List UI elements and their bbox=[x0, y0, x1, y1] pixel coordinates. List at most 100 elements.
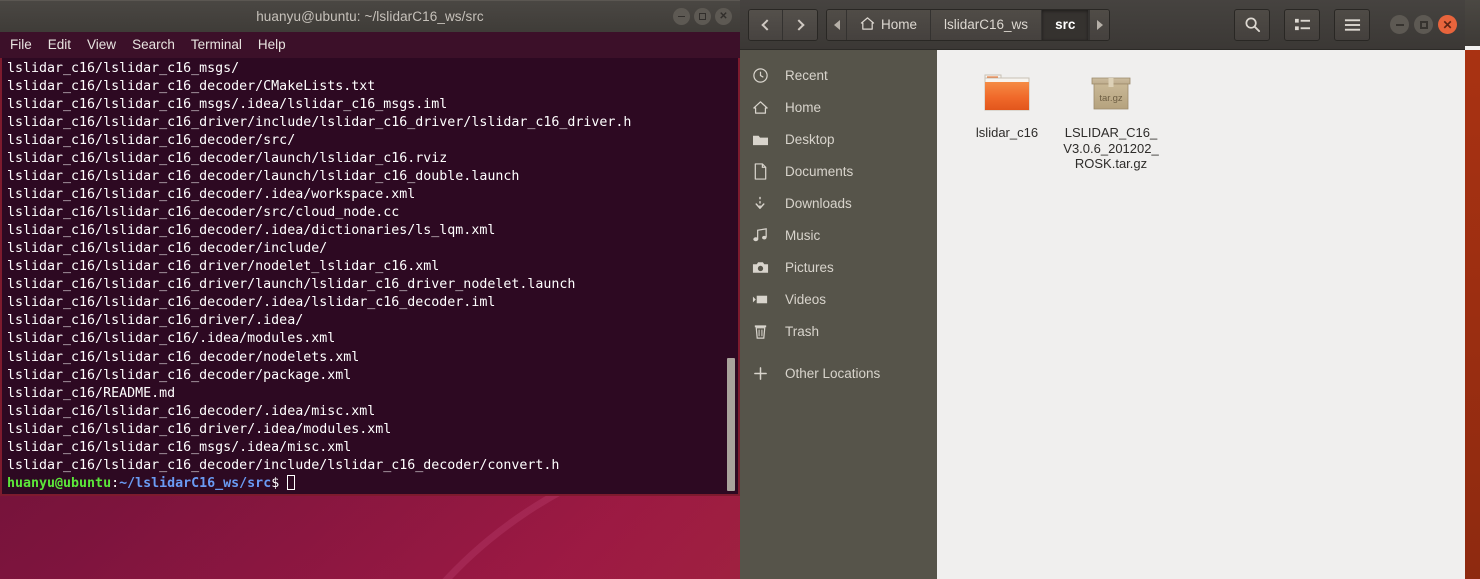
archive-badge-text: tar.gz bbox=[1099, 93, 1122, 104]
sidebar-label-documents: Documents bbox=[785, 163, 854, 179]
video-icon bbox=[751, 290, 769, 308]
sidebar-label-trash: Trash bbox=[785, 323, 820, 339]
menu-terminal[interactable]: Terminal bbox=[191, 37, 242, 52]
breadcrumb-item-home[interactable]: Home bbox=[847, 9, 932, 40]
terminal-window[interactable]: huanyu@ubuntu: ~/lslidarC16_ws/src ✕ Fil… bbox=[0, 0, 740, 496]
navigation-buttons bbox=[748, 8, 818, 41]
terminal-line: lslidar_c16/lslidar_c16_decoder/include/ bbox=[7, 241, 328, 257]
sidebar-item-music[interactable]: Music bbox=[740, 219, 937, 251]
sidebar-label-desktop: Desktop bbox=[785, 131, 835, 147]
menu-file[interactable]: File bbox=[10, 37, 32, 52]
terminal-body[interactable]: lslidar_c16/lslidar_c16_msgs/lslidar_c16… bbox=[0, 58, 740, 496]
terminal-line: lslidar_c16/lslidar_c16/.idea/modules.xm… bbox=[7, 331, 336, 347]
menu-search[interactable]: Search bbox=[132, 37, 175, 52]
terminal-close-button[interactable]: ✕ bbox=[715, 8, 732, 25]
sidebar-label-videos: Videos bbox=[785, 291, 827, 307]
terminal-line: lslidar_c16/lslidar_c16_driver/.idea/ bbox=[7, 313, 304, 329]
file-item-archive[interactable]: tar.gz LSLIDAR_C16_V3.0.6_201202_ROSK.ta… bbox=[1063, 62, 1159, 172]
terminal-line: lslidar_c16/lslidar_c16_decoder/src/ bbox=[7, 133, 296, 149]
terminal-line: lslidar_c16/lslidar_c16_decoder/launch/l… bbox=[7, 169, 520, 185]
document-icon bbox=[751, 162, 769, 180]
search-button[interactable] bbox=[1234, 8, 1270, 41]
breadcrumb-label-lslidarc16-ws: lslidarC16_ws bbox=[944, 17, 1029, 32]
pathbar-scroll-right-icon[interactable] bbox=[1089, 9, 1110, 40]
sidebar-item-other-locations[interactable]: Other Locations bbox=[740, 357, 937, 389]
terminal-line: lslidar_c16/lslidar_c16_decoder/src/clou… bbox=[7, 205, 400, 221]
terminal-line: lslidar_c16/lslidar_c16_decoder/.idea/wo… bbox=[7, 187, 416, 203]
prompt-separator: : bbox=[111, 475, 120, 491]
file-manager-window-controls: ✕ bbox=[1390, 15, 1457, 34]
file-label-folder: lslidar_c16 bbox=[975, 125, 1039, 140]
terminal-line: lslidar_c16/lslidar_c16_driver/launch/ls… bbox=[7, 277, 576, 293]
sidebar-divider bbox=[740, 347, 937, 357]
main-menu-button[interactable] bbox=[1334, 8, 1370, 41]
hamburger-menu-icon bbox=[1344, 18, 1361, 32]
prompt-path: ~/lslidarC16_ws/src bbox=[119, 475, 272, 491]
sidebar-item-trash[interactable]: Trash bbox=[740, 315, 937, 347]
folder-icon bbox=[751, 130, 769, 148]
sidebar-label-downloads: Downloads bbox=[785, 195, 852, 211]
archive-box-icon: tar.gz bbox=[1085, 68, 1137, 118]
terminal-title: huanyu@ubuntu: ~/lslidarC16_ws/src bbox=[256, 9, 484, 24]
sidebar-item-desktop[interactable]: Desktop bbox=[740, 123, 937, 155]
terminal-window-controls: ✕ bbox=[673, 1, 732, 32]
terminal-line: lslidar_c16/lslidar_c16_driver/nodelet_l… bbox=[7, 259, 440, 275]
view-options-button[interactable] bbox=[1284, 8, 1320, 41]
home-icon bbox=[751, 98, 769, 116]
file-manager-headerbar: Home lslidarC16_ws src ✕ bbox=[740, 0, 1465, 50]
terminal-output: lslidar_c16/lslidar_c16_msgs/lslidar_c16… bbox=[4, 60, 738, 493]
terminal-scrollbar-thumb[interactable] bbox=[727, 358, 735, 491]
forward-button[interactable] bbox=[783, 9, 817, 40]
terminal-minimize-button[interactable] bbox=[673, 8, 690, 25]
camera-icon bbox=[751, 258, 769, 276]
terminal-line: lslidar_c16/lslidar_c16_decoder/package.… bbox=[7, 367, 352, 383]
breadcrumb-label-src: src bbox=[1055, 17, 1076, 32]
sidebar-item-home[interactable]: Home bbox=[740, 91, 937, 123]
terminal-line: lslidar_c16/lslidar_c16_decoder/.idea/di… bbox=[7, 223, 496, 239]
sidebar-label-pictures: Pictures bbox=[785, 259, 834, 275]
pathbar-scroll-left-icon[interactable] bbox=[827, 9, 847, 40]
sidebar-item-pictures[interactable]: Pictures bbox=[740, 251, 937, 283]
back-button[interactable] bbox=[749, 9, 783, 40]
breadcrumb-label-home: Home bbox=[881, 17, 918, 32]
download-arrow-icon bbox=[751, 194, 769, 212]
breadcrumb: Home lslidarC16_ws src bbox=[826, 8, 1111, 41]
file-manager-close-button[interactable]: ✕ bbox=[1438, 15, 1457, 34]
terminal-line: lslidar_c16/lslidar_c16_decoder/nodelets… bbox=[7, 349, 360, 365]
file-manager-maximize-button[interactable] bbox=[1414, 15, 1433, 34]
terminal-line: lslidar_c16/lslidar_c16_decoder/.idea/ls… bbox=[7, 295, 496, 311]
file-manager-window[interactable]: Home lslidarC16_ws src ✕ Recent Home Des… bbox=[740, 0, 1465, 579]
terminal-prompt-line: huanyu@ubuntu:~/lslidarC16_ws/src$ bbox=[7, 474, 738, 493]
menu-edit[interactable]: Edit bbox=[48, 37, 71, 52]
sidebar-label-home: Home bbox=[785, 99, 822, 115]
sidebar-label-recent: Recent bbox=[785, 67, 828, 83]
terminal-line: lslidar_c16/lslidar_c16_decoder/include/… bbox=[7, 457, 560, 473]
sidebar-item-videos[interactable]: Videos bbox=[740, 283, 937, 315]
terminal-scrollbar[interactable] bbox=[726, 58, 736, 494]
music-note-icon bbox=[751, 226, 769, 244]
list-view-icon bbox=[1294, 17, 1311, 32]
breadcrumb-item-src[interactable]: src bbox=[1042, 9, 1090, 40]
sidebar-item-downloads[interactable]: Downloads bbox=[740, 187, 937, 219]
terminal-line: lslidar_c16/lslidar_c16_msgs/.idea/lslid… bbox=[7, 97, 448, 113]
file-item-folder[interactable]: lslidar_c16 bbox=[959, 62, 1055, 141]
terminal-menubar[interactable]: File Edit View Search Terminal Help bbox=[0, 32, 740, 58]
terminal-line: lslidar_c16/lslidar_c16_driver/.idea/mod… bbox=[7, 421, 392, 437]
file-manager-minimize-button[interactable] bbox=[1390, 15, 1409, 34]
terminal-line: lslidar_c16/lslidar_c16_decoder/CMakeLis… bbox=[7, 79, 376, 95]
sidebar-label-other-locations: Other Locations bbox=[785, 365, 881, 381]
terminal-line: lslidar_c16/lslidar_c16_msgs/.idea/misc.… bbox=[7, 439, 352, 455]
menu-view[interactable]: View bbox=[87, 37, 116, 52]
breadcrumb-item-lslidarc16-ws[interactable]: lslidarC16_ws bbox=[931, 9, 1043, 40]
sidebar-item-documents[interactable]: Documents bbox=[740, 155, 937, 187]
terminal-line: lslidar_c16/lslidar_c16_decoder/launch/l… bbox=[7, 151, 448, 167]
terminal-line: lslidar_c16/lslidar_c16_decoder/.idea/mi… bbox=[7, 403, 376, 419]
sidebar-label-music: Music bbox=[785, 227, 821, 243]
terminal-maximize-button[interactable] bbox=[694, 8, 711, 25]
clock-icon bbox=[751, 66, 769, 84]
plus-icon bbox=[751, 364, 769, 382]
menu-help[interactable]: Help bbox=[258, 37, 286, 52]
file-list-view[interactable]: lslidar_c16 tar.gz LSLIDAR_C16_V3.0.6_20… bbox=[937, 50, 1465, 579]
sidebar-item-recent[interactable]: Recent bbox=[740, 59, 937, 91]
terminal-titlebar[interactable]: huanyu@ubuntu: ~/lslidarC16_ws/src ✕ bbox=[0, 0, 740, 32]
